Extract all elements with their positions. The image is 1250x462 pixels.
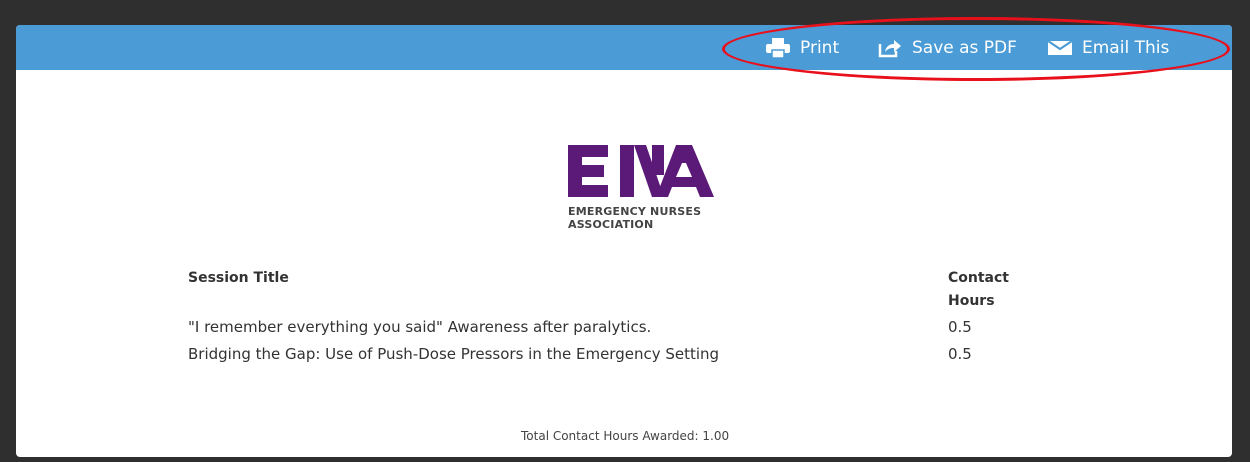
ena-logo-mark	[568, 145, 714, 197]
print-label: Print	[800, 37, 840, 58]
ena-logo	[568, 145, 718, 204]
action-toolbar: Print Save as PDF Email This	[16, 25, 1232, 70]
total-contact-hours: Total Contact Hours Awarded: 1.00	[521, 429, 730, 443]
contact-hours-header-line2: Hours	[948, 293, 995, 309]
session-row-2-title: Bridging the Gap: Use of Push-Dose Press…	[188, 345, 720, 363]
print-button[interactable]: Print	[766, 25, 839, 70]
email-this-label: Email This	[1082, 37, 1170, 58]
session-row-1-hours: 0.5	[948, 318, 972, 336]
share-export-icon	[878, 39, 901, 57]
logo-line-1: EMERGENCY NURSES	[568, 205, 702, 218]
logo-subtitle: EMERGENCY NURSES ASSOCIATION	[568, 205, 701, 231]
save-as-pdf-button[interactable]: Save as PDF	[878, 25, 1017, 70]
envelope-icon	[1048, 39, 1072, 55]
certificate-panel: Print Save as PDF Email This EMERGENCY N…	[16, 25, 1232, 457]
session-row-2-hours: 0.5	[948, 345, 972, 363]
session-row-1-title: "I remember everything you said" Awarene…	[188, 318, 652, 336]
contact-hours-header-line1: Contact	[948, 270, 1009, 286]
email-this-button[interactable]: Email This	[1048, 25, 1169, 70]
session-title-header: Session Title	[188, 270, 289, 286]
printer-icon	[766, 37, 790, 58]
save-as-pdf-label: Save as PDF	[912, 37, 1017, 58]
logo-line-2: ASSOCIATION	[568, 218, 654, 231]
